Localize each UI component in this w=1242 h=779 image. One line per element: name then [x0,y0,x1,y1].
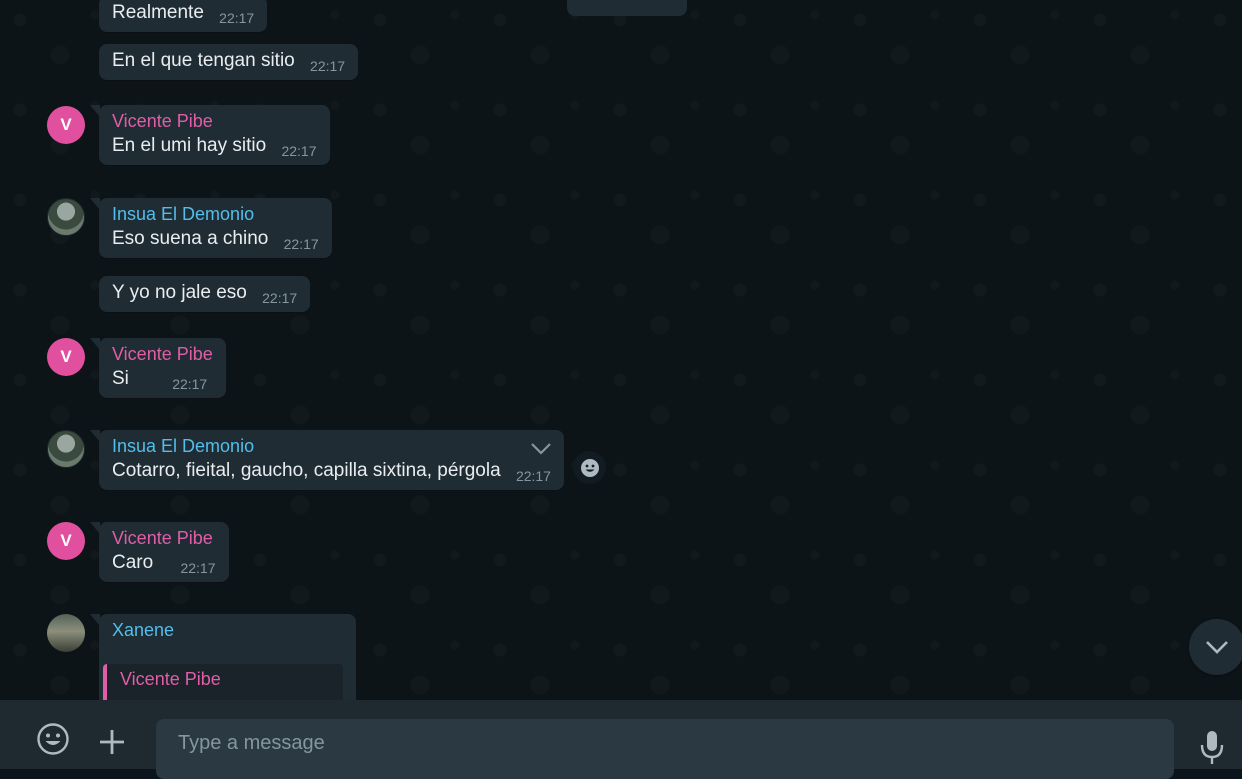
avatar[interactable] [47,430,85,468]
smiley-icon[interactable] [573,451,606,484]
sender-name[interactable]: Insua El Demonio [112,436,551,457]
message-bubble[interactable]: En el que tengan sitio 22:17 [99,44,359,80]
microphone-icon[interactable] [1200,730,1224,771]
avatar[interactable] [47,198,85,236]
sender-name[interactable]: Vicente Pibe [112,528,216,549]
quoted-sender: Vicente Pibe [120,669,221,689]
avatar[interactable] [47,614,85,652]
message-time: 22:17 [172,376,208,392]
scroll-down-button[interactable] [1189,619,1242,675]
message-text: En el que tengan sitio [112,50,295,71]
message-bubble[interactable]: Vicente Pibe En el umi hay sitio 22:17 [90,105,330,165]
message-bubble[interactable]: Xanene Vicente Pibe [90,614,356,700]
message-time: 22:17 [219,10,255,26]
message-text: Y yo no jale eso [112,282,247,303]
message-time: 22:17 [310,58,346,74]
message-bubble[interactable]: Y yo no jale eso 22:17 [99,276,311,312]
message-input-container[interactable] [156,719,1174,779]
emoji-icon[interactable] [36,722,70,761]
chat-area: Realmente 22:17 En el que tengan sitio 2… [0,0,1242,700]
message-composer [0,700,1242,779]
message-bubble[interactable]: Vicente Pibe Caro 22:17 [90,522,229,582]
message-bubble[interactable]: Vicente Pibe Si 22:17 [90,338,226,398]
chevron-down-icon[interactable] [530,440,552,461]
message-text: En el umi hay sitio [112,135,267,156]
message-time: 22:17 [515,468,551,484]
plus-icon[interactable] [98,728,126,761]
message-bubble[interactable]: Insua El Demonio Cotarro, fieital, gauch… [90,430,564,490]
message-text: Realmente [112,2,204,23]
message-bubble[interactable]: Insua El Demonio Eso suena a chino 22:17 [90,198,332,258]
message-time: 22:17 [281,143,317,159]
avatar[interactable]: V [47,522,85,560]
message-bubble[interactable]: Realmente 22:17 [99,0,268,32]
message-time: 22:17 [180,560,216,576]
message-text: Si [112,368,129,389]
sender-name[interactable]: Insua El Demonio [112,204,319,225]
sender-name[interactable]: Vicente Pibe [112,344,213,365]
message-time: 22:17 [262,290,298,306]
avatar[interactable]: V [47,106,85,144]
sender-name[interactable]: Xanene [112,620,343,641]
avatar[interactable]: V [47,338,85,376]
message-text: Eso suena a chino [112,228,269,249]
message-text: Cotarro, fieital, gaucho, capilla sixtin… [112,460,501,481]
partial-message-bubble [567,0,687,16]
message-time: 22:17 [283,236,319,252]
message-text: Caro [112,552,154,573]
sender-name[interactable]: Vicente Pibe [112,111,317,132]
message-input[interactable] [156,719,1174,779]
quoted-message[interactable]: Vicente Pibe [103,664,343,700]
chevron-down-icon [1206,641,1228,654]
